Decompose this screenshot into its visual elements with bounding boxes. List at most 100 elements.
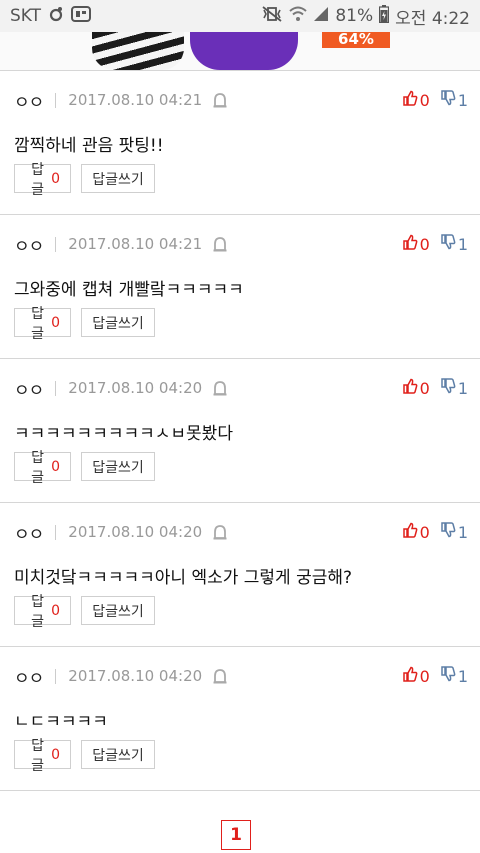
- status-bar: SKT 81% 오전 4:22: [0, 0, 480, 32]
- reply-count: 0: [51, 314, 60, 331]
- comment-date: 2017.08.10 04:21: [68, 235, 203, 253]
- carrier-label: SKT: [10, 6, 42, 26]
- reply-label: 답글: [31, 449, 44, 486]
- reply-button[interactable]: 답글 0: [14, 306, 71, 342]
- thumbs-down-icon: [440, 90, 456, 110]
- write-reply-button[interactable]: 답글쓰기: [81, 164, 155, 193]
- vote-down-count: 1: [457, 90, 468, 110]
- reply-button[interactable]: 답글 0: [14, 594, 71, 630]
- comment-meta: ㅇㅇ 2017.08.10 04:21 0 1: [14, 89, 468, 113]
- reply-button[interactable]: 답글 0: [14, 738, 71, 774]
- battery-percent: 81%: [335, 6, 374, 26]
- pagination: 1: [0, 790, 480, 853]
- reply-count: 0: [51, 746, 60, 763]
- thumbs-up-icon: [402, 90, 418, 110]
- vote-down-button[interactable]: 1: [440, 378, 468, 398]
- comment-meta: ㅇㅇ 2017.08.10 04:20 0 1: [14, 665, 468, 689]
- comment-meta: ㅇㅇ 2017.08.10 04:21 0 1: [14, 233, 468, 257]
- app-notification-icon: [71, 5, 92, 28]
- comment-text: 미치것닼ㅋㅋㅋㅋㅋ아니 엑소가 그렇게 궁금해?: [14, 568, 353, 588]
- comment-text: ㅋㅋㅋㅋㅋㅋㅋㅋㅋㅅㅂ못봤다: [14, 424, 233, 444]
- comment-actions: 답글 0 답글쓰기: [14, 594, 155, 630]
- meta-divider: [55, 524, 57, 540]
- vote-up-button[interactable]: 0: [402, 90, 430, 110]
- banner-striped-shirt-image: [92, 32, 184, 70]
- vote-up-button[interactable]: 0: [402, 666, 430, 686]
- thumbs-up-icon: [402, 378, 418, 398]
- comment-meta: ㅇㅇ 2017.08.10 04:20 0 1: [14, 377, 468, 401]
- clock: 오전 4:22: [395, 8, 470, 29]
- vote-group: 0 1: [402, 90, 468, 110]
- page-button-current[interactable]: 1: [221, 820, 251, 850]
- siren-icon[interactable]: [212, 380, 228, 396]
- comment-actions: 답글 0 답글쓰기: [14, 738, 155, 774]
- reply-button[interactable]: 답글 0: [14, 162, 71, 198]
- ad-banner[interactable]: 64%: [0, 32, 480, 70]
- battery-icon: [379, 4, 390, 28]
- vote-up-button[interactable]: 0: [402, 522, 430, 542]
- thumbs-up-icon: [402, 522, 418, 542]
- comment-text: ㄴㄷㅋㅋㅋㅋ: [14, 712, 108, 732]
- comment-actions: 답글 0 답글쓰기: [14, 162, 155, 198]
- write-reply-button[interactable]: 답글쓰기: [81, 308, 155, 337]
- reply-label: 답글: [31, 305, 44, 342]
- vote-up-count: 0: [419, 666, 430, 686]
- vote-group: 0 1: [402, 666, 468, 686]
- vote-group: 0 1: [402, 522, 468, 542]
- comment-text: 그와중에 캡쳐 개빨랔ㅋㅋㅋㅋㅋ: [14, 280, 244, 300]
- comment-author: ㅇㅇ: [14, 92, 44, 113]
- reply-label: 답글: [31, 161, 44, 198]
- comment-item: ㅇㅇ 2017.08.10 04:21 0 1 깜찍하네 관음 팟팅!! 답글 0…: [0, 70, 480, 214]
- meta-divider: [55, 236, 57, 252]
- vote-up-count: 0: [419, 522, 430, 542]
- banner-purple-shirt-image: [190, 32, 298, 70]
- comment-item: ㅇㅇ 2017.08.10 04:20 0 1 미치것닼ㅋㅋㅋㅋㅋ아니 엑소가 …: [0, 502, 480, 646]
- comment-date: 2017.08.10 04:20: [68, 523, 203, 541]
- write-reply-button[interactable]: 답글쓰기: [81, 452, 155, 481]
- vote-group: 0 1: [402, 378, 468, 398]
- meta-divider: [55, 380, 57, 396]
- siren-icon[interactable]: [212, 236, 228, 252]
- write-reply-button[interactable]: 답글쓰기: [81, 740, 155, 769]
- comment-date: 2017.08.10 04:20: [68, 667, 203, 685]
- comment-item: ㅇㅇ 2017.08.10 04:20 0 1 ㄴㄷㅋㅋㅋㅋ 답글 0 답글쓰기: [0, 646, 480, 790]
- vote-down-button[interactable]: 1: [440, 90, 468, 110]
- reply-count: 0: [51, 170, 60, 187]
- comment-date: 2017.08.10 04:21: [68, 91, 203, 109]
- write-reply-button[interactable]: 답글쓰기: [81, 596, 155, 625]
- reply-label: 답글: [31, 593, 44, 630]
- siren-icon[interactable]: [212, 524, 228, 540]
- wifi-icon: [289, 6, 308, 27]
- vibrate-mute-icon: [261, 5, 283, 28]
- thumbs-down-icon: [440, 666, 456, 686]
- notification-circle-icon: [49, 6, 63, 27]
- vote-down-count: 1: [457, 234, 468, 254]
- comment-author: ㅇㅇ: [14, 524, 44, 545]
- thumbs-down-icon: [440, 234, 456, 254]
- vote-down-count: 1: [457, 666, 468, 686]
- vote-up-count: 0: [419, 90, 430, 110]
- comment-date: 2017.08.10 04:20: [68, 379, 203, 397]
- reply-button[interactable]: 답글 0: [14, 450, 71, 486]
- vote-down-button[interactable]: 1: [440, 234, 468, 254]
- vote-down-count: 1: [457, 378, 468, 398]
- comment-item: ㅇㅇ 2017.08.10 04:20 0 1 ㅋㅋㅋㅋㅋㅋㅋㅋㅋㅅㅂ못봤다 답…: [0, 358, 480, 502]
- vote-up-button[interactable]: 0: [402, 378, 430, 398]
- vote-up-count: 0: [419, 234, 430, 254]
- comment-meta: ㅇㅇ 2017.08.10 04:20 0 1: [14, 521, 468, 545]
- reply-label: 답글: [31, 737, 44, 774]
- reply-count: 0: [51, 458, 60, 475]
- thumbs-down-icon: [440, 378, 456, 398]
- comment-actions: 답글 0 답글쓰기: [14, 306, 155, 342]
- siren-icon[interactable]: [212, 92, 228, 108]
- siren-icon[interactable]: [212, 668, 228, 684]
- comment-author: ㅇㅇ: [14, 380, 44, 401]
- reply-count: 0: [51, 602, 60, 619]
- vote-up-button[interactable]: 0: [402, 234, 430, 254]
- vote-down-button[interactable]: 1: [440, 522, 468, 542]
- vote-up-count: 0: [419, 378, 430, 398]
- signal-icon: [313, 6, 329, 27]
- vote-down-button[interactable]: 1: [440, 666, 468, 686]
- comment-item: ㅇㅇ 2017.08.10 04:21 0 1 그와중에 캡쳐 개빨랔ㅋㅋㅋㅋㅋ…: [0, 214, 480, 358]
- thumbs-up-icon: [402, 234, 418, 254]
